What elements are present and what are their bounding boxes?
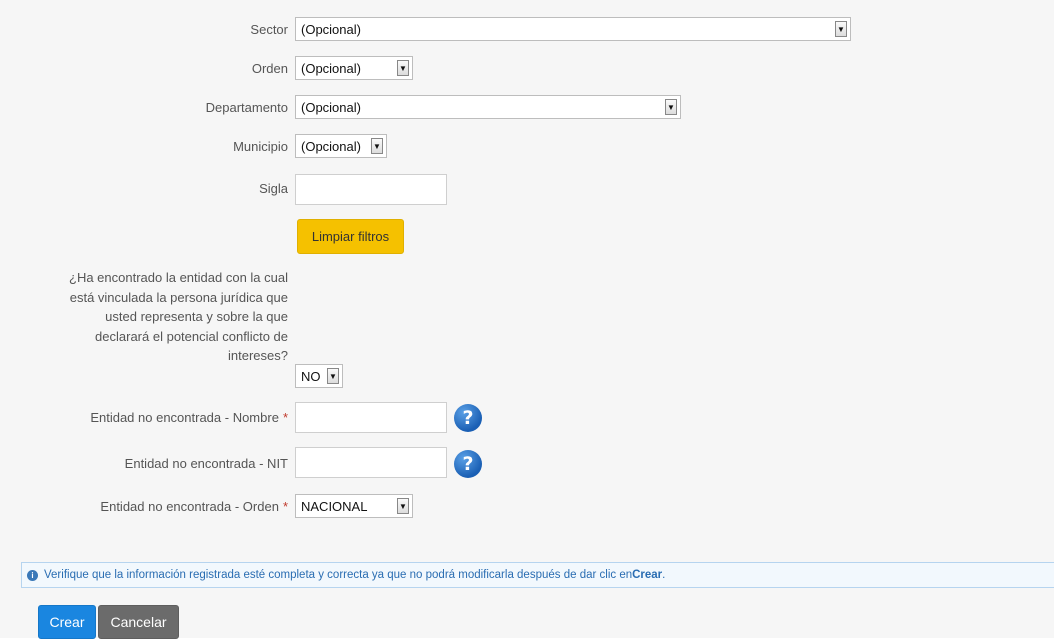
sigla-label: Sigla (259, 181, 288, 196)
sector-label: Sector (250, 22, 288, 37)
entity-name-label: Entidad no encontrada - Nombre * (90, 410, 288, 425)
cancel-button[interactable]: Cancelar (98, 605, 179, 639)
chevron-down-icon: ▼ (397, 498, 409, 514)
entity-found-question: ¿Ha encontrado la entidad con la cual es… (28, 268, 288, 366)
chevron-down-icon: ▼ (327, 368, 339, 384)
required-marker: * (282, 499, 288, 514)
municipio-select[interactable]: (Opcional) ▼ (295, 134, 387, 158)
alert-suffix: . (662, 569, 666, 581)
entity-order-value: NACIONAL (301, 498, 368, 514)
required-marker: * (282, 410, 288, 425)
municipio-label: Municipio (233, 139, 288, 154)
orden-select[interactable]: (Opcional) ▼ (295, 56, 413, 80)
chevron-down-icon: ▼ (835, 21, 847, 37)
entity-order-select[interactable]: NACIONAL ▼ (295, 494, 413, 518)
entity-order-label-text: Entidad no encontrada - Orden (100, 499, 279, 514)
question-line: usted representa y sobre la que (105, 309, 288, 324)
help-icon[interactable]: ? (454, 450, 482, 478)
question-line: intereses? (228, 348, 288, 363)
departamento-select[interactable]: (Opcional) ▼ (295, 95, 681, 119)
chevron-down-icon: ▼ (397, 60, 409, 76)
help-icon[interactable]: ? (454, 404, 482, 432)
entity-nit-input[interactable] (295, 447, 447, 478)
form-panel: Sector (Opcional) ▼ Orden (Opcional) ▼ D… (0, 0, 1054, 639)
chevron-down-icon: ▼ (371, 138, 383, 154)
chevron-down-icon: ▼ (665, 99, 677, 115)
entity-nit-label: Entidad no encontrada - NIT (124, 456, 288, 471)
sector-select-value: (Opcional) (301, 21, 361, 37)
sigla-input[interactable] (295, 174, 447, 205)
orden-label: Orden (251, 61, 288, 76)
alert-emphasis: Crear (632, 569, 663, 581)
entity-found-value: NO (301, 368, 321, 384)
question-line: declarará el potencial conflicto de (95, 328, 288, 344)
departamento-label: Departamento (205, 100, 288, 115)
clear-filters-button[interactable]: Limpiar filtros (297, 219, 404, 254)
entity-found-select[interactable]: NO ▼ (295, 364, 343, 388)
entity-order-label: Entidad no encontrada - Orden * (100, 499, 288, 514)
info-alert: i Verifique que la información registrad… (21, 562, 1054, 588)
departamento-select-value: (Opcional) (301, 99, 361, 115)
entity-name-input[interactable] (295, 402, 447, 433)
info-icon: i (27, 569, 38, 581)
orden-select-value: (Opcional) (301, 60, 361, 76)
create-button[interactable]: Crear (38, 605, 96, 639)
question-line: está vinculada la persona jurídica que (69, 289, 288, 305)
question-line: ¿Ha encontrado la entidad con la cual (69, 270, 288, 285)
municipio-select-value: (Opcional) (301, 138, 361, 154)
alert-text: Verifique que la información registrada … (44, 569, 633, 581)
entity-name-label-text: Entidad no encontrada - Nombre (90, 410, 279, 425)
sector-select[interactable]: (Opcional) ▼ (295, 17, 851, 41)
